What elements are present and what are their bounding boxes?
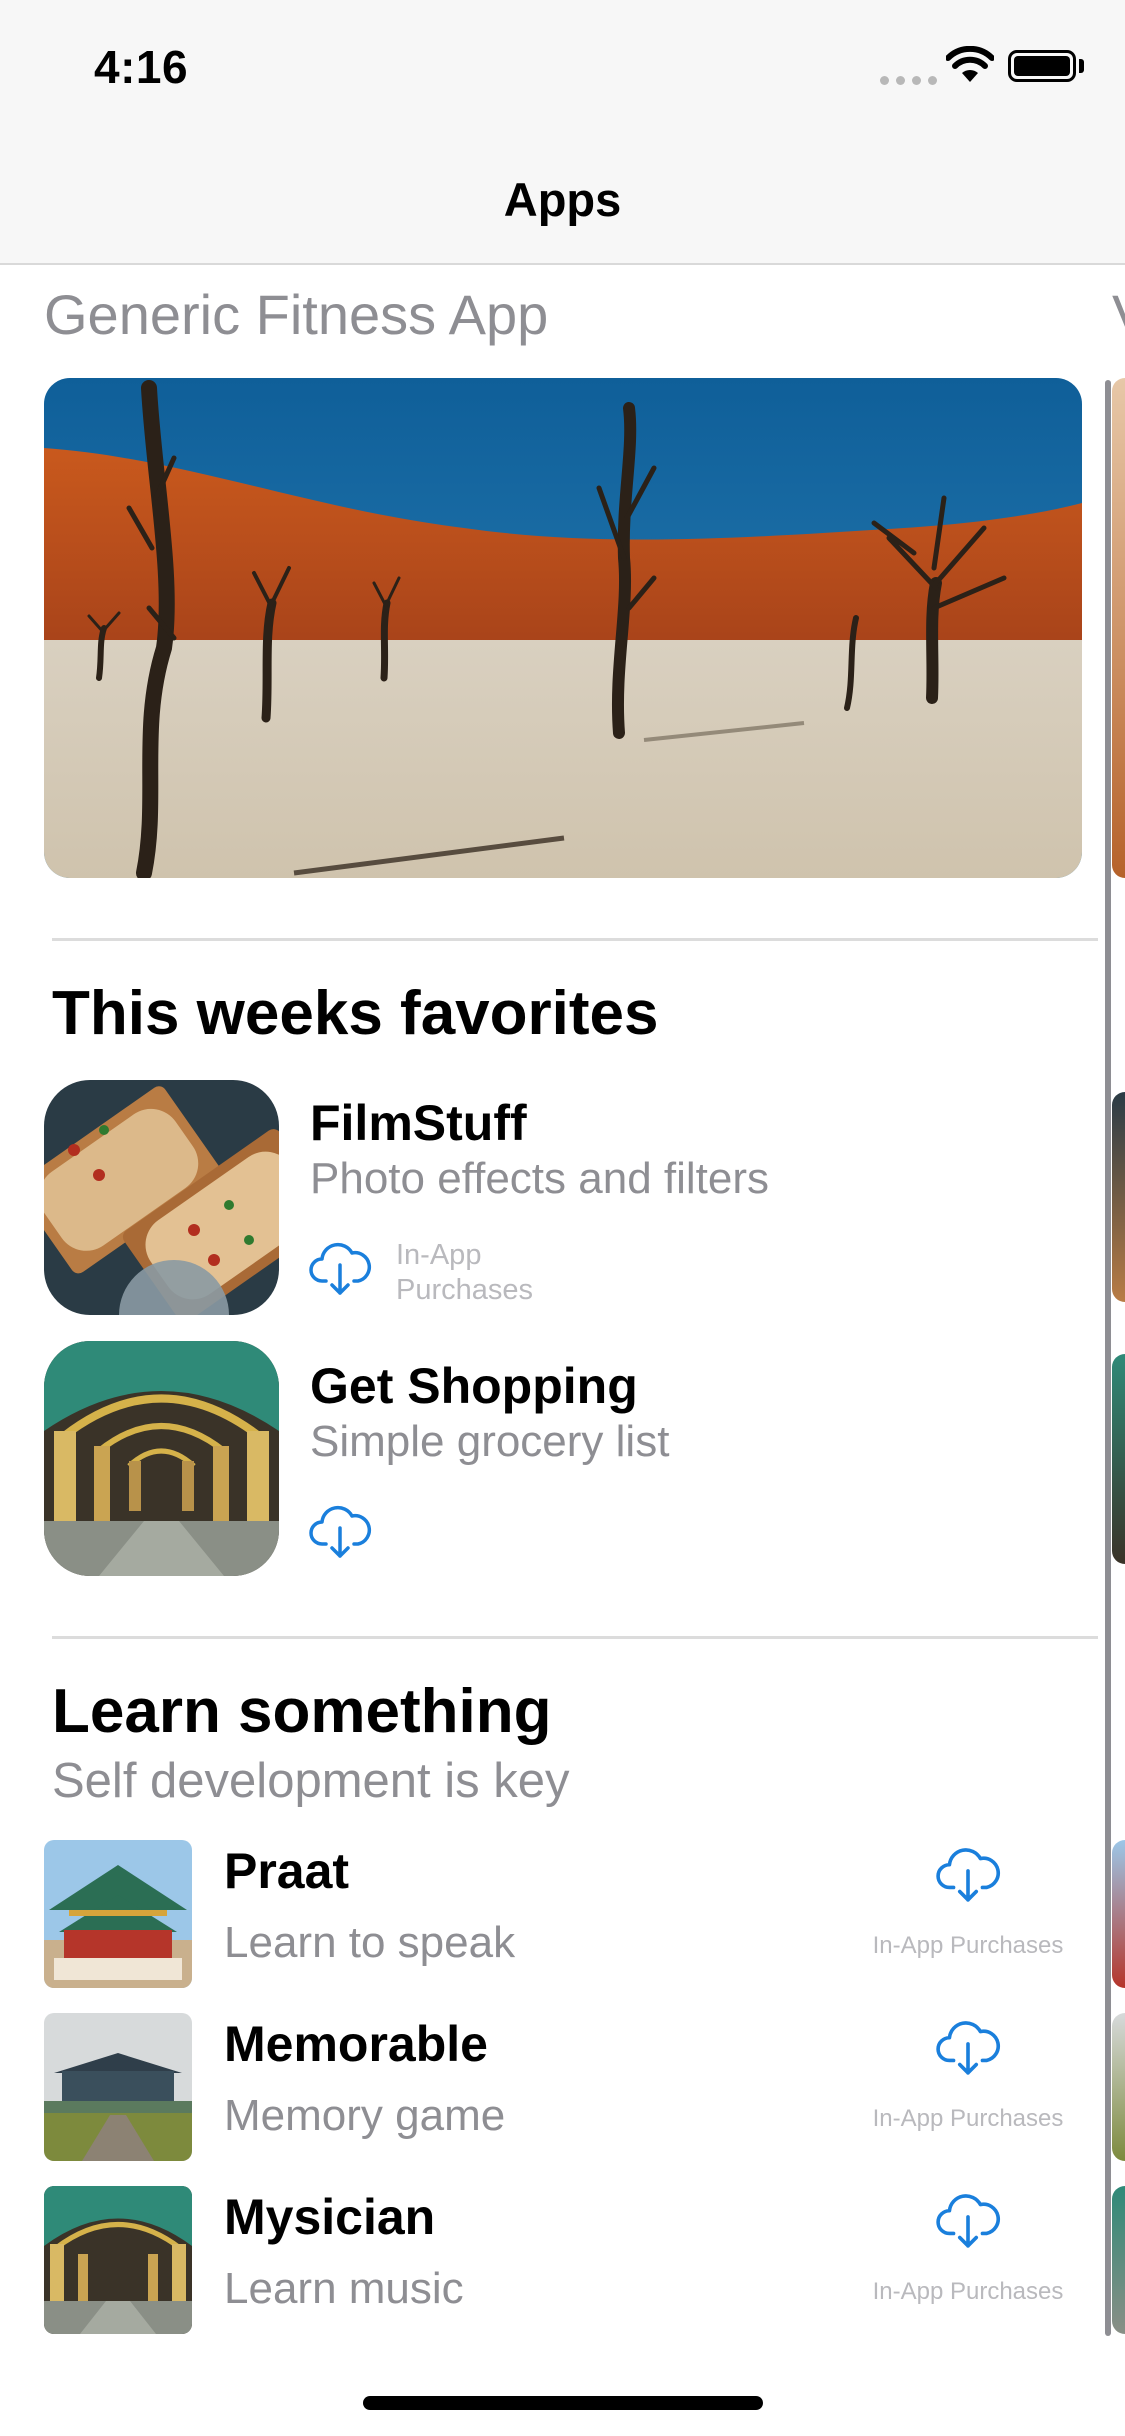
app-name[interactable]: Praat [224, 1842, 349, 1900]
favorites-section-title: This weeks favorites [52, 979, 659, 1048]
wifi-icon [946, 46, 994, 82]
download-cloud-icon[interactable] [308, 1235, 372, 1299]
next-featured-title[interactable]: V [1112, 282, 1125, 347]
page-title: Apps [503, 173, 622, 226]
navigation-bar: Apps [0, 132, 1125, 265]
vertical-scroll-indicator[interactable] [1105, 380, 1111, 2336]
app-description: Learn to speak [224, 1918, 516, 1967]
next-featured-image-peek[interactable] [1112, 378, 1125, 878]
next-page-peek[interactable] [1112, 1840, 1125, 1988]
download-cloud-icon[interactable] [935, 1840, 1001, 1906]
app-icon-get-shopping[interactable] [44, 1341, 279, 1576]
in-app-purchases-label: In-App Purchases [872, 2105, 1064, 2132]
app-description: Learn music [224, 2264, 464, 2313]
download-cloud-icon[interactable] [935, 2013, 1001, 2079]
app-description: Simple grocery list [310, 1417, 670, 1466]
cellular-signal-icon [880, 76, 937, 85]
status-bar: 4:16 [0, 0, 1125, 132]
battery-icon [1008, 50, 1076, 82]
app-icon-filmstuff[interactable] [44, 1080, 279, 1315]
app-name[interactable]: Memorable [224, 2015, 488, 2073]
download-cloud-icon[interactable] [935, 2186, 1001, 2252]
home-indicator[interactable] [363, 2396, 763, 2410]
featured-app-title[interactable]: Generic Fitness App [44, 282, 548, 347]
app-thumb-praat[interactable] [44, 1840, 192, 1988]
learn-section-subtitle: Self development is key [52, 1754, 570, 1808]
app-name[interactable]: Mysician [224, 2188, 435, 2246]
app-name[interactable]: Get Shopping [310, 1357, 638, 1415]
learn-section-title: Learn something [52, 1677, 552, 1746]
in-app-purchases-label: In-App Purchases [872, 2278, 1064, 2305]
app-thumb-mysician[interactable] [44, 2186, 192, 2334]
next-page-peek[interactable] [1112, 2013, 1125, 2161]
app-description: Photo effects and filters [310, 1154, 770, 1203]
battery-cap [1079, 59, 1084, 73]
section-divider [52, 1636, 1098, 1639]
next-page-peek[interactable] [1112, 1354, 1125, 1564]
featured-hero-image[interactable] [44, 378, 1082, 878]
app-description: Memory game [224, 2091, 506, 2140]
in-app-purchases-label: In-App Purchases [396, 1239, 534, 1306]
app-name[interactable]: FilmStuff [310, 1094, 527, 1152]
next-page-peek[interactable] [1112, 2186, 1125, 2334]
in-app-purchases-label: In-App Purchases [872, 1932, 1064, 1959]
next-page-peek[interactable] [1112, 1092, 1125, 1302]
section-divider [52, 938, 1098, 941]
app-thumb-memorable[interactable] [44, 2013, 192, 2161]
download-cloud-icon[interactable] [308, 1498, 372, 1562]
status-time: 4:16 [94, 41, 189, 93]
